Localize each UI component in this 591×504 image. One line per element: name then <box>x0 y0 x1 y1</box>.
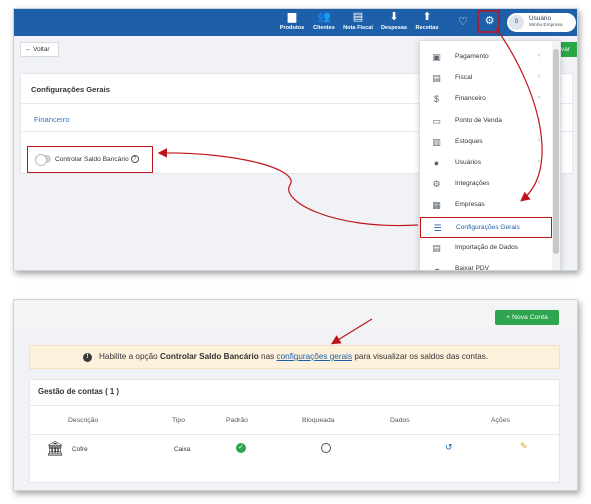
accounts-screen: + Nova Conta ! Habilite a opção Controla… <box>13 299 578 491</box>
column-header-acoes: Ações <box>491 417 510 424</box>
barcode-icon: ▥ <box>432 136 441 147</box>
divider <box>30 434 561 435</box>
radio-empty-icon[interactable] <box>321 443 331 453</box>
menu-item-label: Usuários <box>455 159 482 166</box>
cloud-download-icon: ☁ <box>432 264 441 271</box>
toggle-label: Controlar Saldo Bancário? <box>55 155 139 163</box>
top-navbar: ▆ Produtos 👥 Clientes ▤ Nota Fiscal ⬇ De… <box>14 9 577 36</box>
chevron-left-icon: ‹ <box>538 136 541 144</box>
save-button[interactable]: var <box>559 42 577 57</box>
invoice-icon: ▤ <box>352 11 364 23</box>
pencil-icon[interactable]: ✎ <box>520 441 528 452</box>
help-icon[interactable]: ? <box>130 155 139 163</box>
check-circle-icon: ✓ <box>236 443 246 453</box>
toggle-highlight: Controlar Saldo Bancário? <box>27 146 153 173</box>
accounts-title: Gestão de contas ( 1 ) <box>38 387 120 396</box>
user-menu[interactable]: 0 Usuário Minha Empresa <box>507 13 576 32</box>
settings-link[interactable]: configurações gerais <box>277 352 353 361</box>
menu-item-estoques[interactable]: ▥ Estoques ‹ <box>420 132 552 153</box>
menu-item-fiscal[interactable]: ▤ Fiscal ‹ <box>420 68 552 89</box>
menu-item-label: Importação de Dados <box>455 243 519 251</box>
building-icon: ▦ <box>432 200 441 211</box>
menu-item-importacao-de-dados[interactable]: ▤ Importação de Dados <box>420 238 552 259</box>
column-header-dados: Dados <box>390 417 410 424</box>
section-financeiro[interactable]: Financeiro <box>34 115 69 124</box>
history-icon[interactable]: ↺ <box>445 442 453 453</box>
settings-dropdown-menu: ▣ Pagamento ‹ ▤ Fiscal ‹ $ Financeiro ‹ ▭ Ponto de… <box>419 40 561 271</box>
chevron-left-icon: ‹ <box>538 94 541 102</box>
chevron-left-icon: ‹ <box>538 115 541 123</box>
menu-item-usuarios[interactable]: ● Usuários ‹ <box>420 153 552 174</box>
money-icon: ▣ <box>432 52 441 62</box>
menu-item-label: Configurações Gerais <box>456 223 520 231</box>
row-descricao: Cofre <box>72 446 88 453</box>
monitor-icon: ▭ <box>432 115 441 126</box>
menu-item-label: Pagamento <box>455 53 489 60</box>
menu-item-pagamento[interactable]: ▣ Pagamento ‹ <box>420 47 552 68</box>
column-header-bloqueada: Bloqueada <box>302 417 335 424</box>
chevron-left-icon: ‹ <box>538 158 541 165</box>
menu-scrollbar[interactable] <box>552 41 560 270</box>
menu-item-label: Empresas <box>455 201 485 209</box>
back-button[interactable]: ← Voltar <box>20 42 59 57</box>
new-account-button[interactable]: + Nova Conta <box>495 310 559 325</box>
saldo-bancario-toggle[interactable] <box>35 154 51 166</box>
document-icon: ▤ <box>432 73 441 84</box>
settings-screen: ▆ Produtos 👥 Clientes ▤ Nota Fiscal ⬇ De… <box>13 8 578 271</box>
nav-receitas[interactable]: ⬆ Receitas <box>408 11 446 32</box>
alert-text: Habilite a opção Controlar Saldo Bancári… <box>99 352 489 361</box>
row-tipo: Caixa <box>174 446 191 453</box>
chevron-left-icon: ‹ <box>538 73 541 81</box>
cogs-icon: ⚙ <box>432 179 441 190</box>
menu-item-label: Estoques <box>455 137 483 145</box>
chevron-left-icon: ‹ <box>538 179 541 187</box>
menu-item-label: Baixar PDV <box>455 265 490 271</box>
column-header-padrao: Padrão <box>226 417 248 424</box>
info-icon: ! <box>83 353 92 362</box>
gear-icon[interactable]: ⚙ <box>481 13 498 30</box>
user-name: Usuário <box>529 15 552 22</box>
accounts-card: Gestão de contas ( 1 ) Descrição Tipo Pa… <box>29 379 561 483</box>
arrow-up-circle-icon: ⬆ <box>422 11 432 23</box>
nav-clientes[interactable]: 👥 Clientes <box>305 11 343 32</box>
column-header-descricao: Descrição <box>68 417 99 424</box>
menu-item-label: Ponto de Venda <box>455 116 502 124</box>
menu-item-configuracoes-gerais[interactable]: ☰ Configurações Gerais <box>420 216 552 238</box>
info-alert: ! Habilite a opção Controlar Saldo Bancá… <box>29 345 560 369</box>
divider <box>30 405 561 406</box>
menu-item-baixar-pdv[interactable]: ☁ Baixar PDV <box>420 259 552 271</box>
column-header-tipo: Tipo <box>172 417 185 424</box>
menu-item-label: Fiscal <box>455 74 473 82</box>
toolbar: + Nova Conta <box>14 300 577 330</box>
page-title: Configurações Gerais <box>31 85 110 94</box>
users-icon: 👥 <box>317 11 331 23</box>
chevron-left-icon: ‹ <box>538 52 541 59</box>
user-company: Minha Empresa <box>529 23 563 28</box>
menu-item-financeiro[interactable]: $ Financeiro ‹ <box>420 89 552 110</box>
menu-item-label: Integrações <box>455 180 490 188</box>
nav-nota-fiscal[interactable]: ▤ Nota Fiscal <box>339 11 377 32</box>
menu-item-label: Financeiro <box>455 95 486 103</box>
heart-icon[interactable]: ♡ <box>458 15 468 28</box>
menu-item-ponto-de-venda[interactable]: ▭ Ponto de Venda ‹ <box>420 111 552 132</box>
sliders-icon: ☰ <box>433 222 442 233</box>
user-icon: ● <box>433 158 440 168</box>
scrollbar-thumb[interactable] <box>553 49 559 254</box>
dollar-icon: $ <box>433 94 439 105</box>
bank-icon: 🏛 <box>46 440 64 456</box>
menu-item-empresas[interactable]: ▦ Empresas <box>420 195 552 216</box>
avatar: 0 <box>509 15 524 30</box>
file-import-icon: ▤ <box>432 242 441 253</box>
menu-item-integracoes[interactable]: ⚙ Integrações ‹ <box>420 174 552 195</box>
